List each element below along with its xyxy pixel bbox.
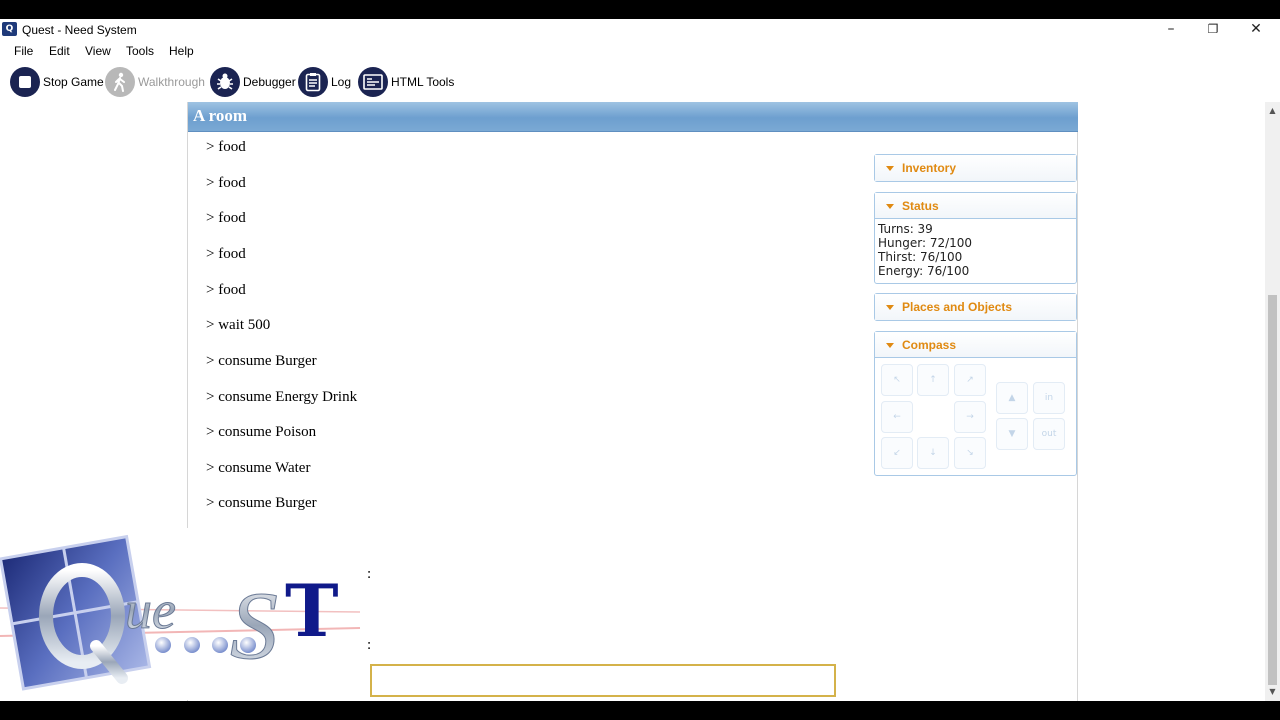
location-title: A room: [193, 106, 247, 125]
places-objects-header[interactable]: Places and Objects: [875, 294, 1076, 320]
compass-south[interactable]: ↓: [917, 437, 949, 469]
status-energy: Energy: 76/100: [878, 264, 970, 278]
status-hunger: Hunger: 72/100: [878, 236, 973, 250]
clipboard-icon: [298, 67, 328, 97]
transcript-line: > food: [206, 246, 246, 262]
compass-northeast[interactable]: ↗: [954, 364, 986, 396]
transcript-line: > consume Energy Drink: [206, 389, 358, 405]
transcript-line: > food: [206, 139, 246, 155]
walkthrough-label: Walkthrough: [138, 75, 205, 89]
compass-title: Compass: [902, 338, 957, 352]
walking-person-icon: [105, 67, 135, 97]
collapse-arrow-icon: [886, 343, 894, 348]
letterbox-bottom: [0, 701, 1280, 720]
transcript-line: > food: [206, 282, 246, 298]
compass-header[interactable]: Compass: [875, 332, 1076, 358]
compass-out[interactable]: out: [1033, 418, 1065, 450]
menu-tools[interactable]: Tools: [126, 44, 154, 58]
status-pane: Status Turns: 39 Hunger: 72/100 Thirst: …: [874, 192, 1077, 284]
scroll-down-arrow-icon[interactable]: ▼: [1265, 685, 1280, 699]
compass-north[interactable]: ↑: [917, 364, 949, 396]
vertical-scrollbar[interactable]: ▲ ▼: [1265, 102, 1280, 701]
toolbar: Stop Game Walkthrough Debugger Log HTML …: [0, 62, 1280, 102]
compass-down[interactable]: ▼: [996, 418, 1028, 450]
scroll-thumb[interactable]: [1268, 295, 1277, 685]
compass-west[interactable]: ←: [881, 401, 913, 433]
transcript-line: > food: [206, 175, 246, 191]
html-tools-label: HTML Tools: [391, 75, 455, 89]
title-bar: Q Quest - Need System – ❐ ✕: [0, 19, 1280, 41]
scroll-up-arrow-icon[interactable]: ▲: [1265, 104, 1280, 118]
places-objects-title: Places and Objects: [902, 300, 1013, 314]
svg-text:S: S: [230, 572, 278, 679]
inventory-header[interactable]: Inventory: [875, 155, 1076, 181]
transcript-line: > consume Water: [206, 460, 311, 476]
compass-southeast[interactable]: ↘: [954, 437, 986, 469]
window-title: Quest - Need System: [22, 23, 137, 37]
bug-icon: [210, 67, 240, 97]
transcript-line: > consume Burger: [206, 353, 317, 369]
stop-game-label: Stop Game: [43, 75, 104, 89]
log-button[interactable]: Log: [298, 66, 351, 98]
menu-help[interactable]: Help: [169, 44, 194, 58]
menu-file[interactable]: File: [14, 44, 33, 58]
close-button[interactable]: ✕: [1235, 19, 1277, 41]
collapse-arrow-icon: [886, 305, 894, 310]
debugger-label: Debugger: [243, 75, 296, 89]
compass-northwest[interactable]: ↖: [881, 364, 913, 396]
app: Q Quest - Need System – ❐ ✕ File Edit Vi…: [0, 0, 1280, 720]
status-turns: Turns: 39: [878, 222, 933, 236]
status-title: Status: [902, 199, 939, 213]
compass-southwest[interactable]: ↙: [881, 437, 913, 469]
transcript-line: > consume Burger: [206, 495, 317, 511]
svg-text:ue: ue: [125, 580, 176, 640]
minimize-button[interactable]: –: [1150, 19, 1192, 41]
menu-bar: File Edit View Tools Help: [0, 41, 1280, 61]
transcript-line: > wait 500: [206, 317, 271, 333]
collapse-arrow-icon: [886, 204, 894, 209]
compass-east[interactable]: →: [954, 401, 986, 433]
status-thirst: Thirst: 76/100: [878, 250, 963, 264]
transcript-line: > food: [206, 210, 246, 226]
transcript-line: > consume Poison: [206, 424, 317, 440]
compass-up[interactable]: ▲: [996, 382, 1028, 414]
inventory-title: Inventory: [902, 161, 957, 175]
html-tools-button[interactable]: HTML Tools: [358, 66, 454, 98]
app-icon: Q: [2, 22, 17, 36]
walkthrough-button[interactable]: Walkthrough: [105, 66, 205, 98]
menu-view[interactable]: View: [85, 44, 111, 58]
location-bar: A room: [188, 102, 1078, 132]
compass-in[interactable]: in: [1033, 382, 1065, 414]
compass-pane: Compass ↖ ↑ ↗ ← → ↙ ↓ ↘ ▲ in ▼ out: [874, 331, 1077, 476]
logo-text: T: [285, 568, 339, 653]
inventory-pane: Inventory: [874, 154, 1077, 182]
command-input[interactable]: [370, 664, 836, 697]
stop-game-button[interactable]: Stop Game: [10, 66, 104, 98]
status-list: Turns: 39 Hunger: 72/100 Thirst: 76/100 …: [875, 219, 1076, 278]
status-header[interactable]: Status: [875, 193, 1076, 219]
html-tools-icon: [358, 67, 388, 97]
collapse-arrow-icon: [886, 166, 894, 171]
places-objects-pane: Places and Objects: [874, 293, 1077, 321]
debugger-button[interactable]: Debugger: [210, 66, 296, 98]
quest-logo: ue S T: [0, 528, 368, 700]
menu-edit[interactable]: Edit: [49, 44, 70, 58]
stop-icon: [10, 67, 40, 97]
log-label: Log: [331, 75, 352, 89]
maximize-button[interactable]: ❐: [1192, 19, 1234, 41]
